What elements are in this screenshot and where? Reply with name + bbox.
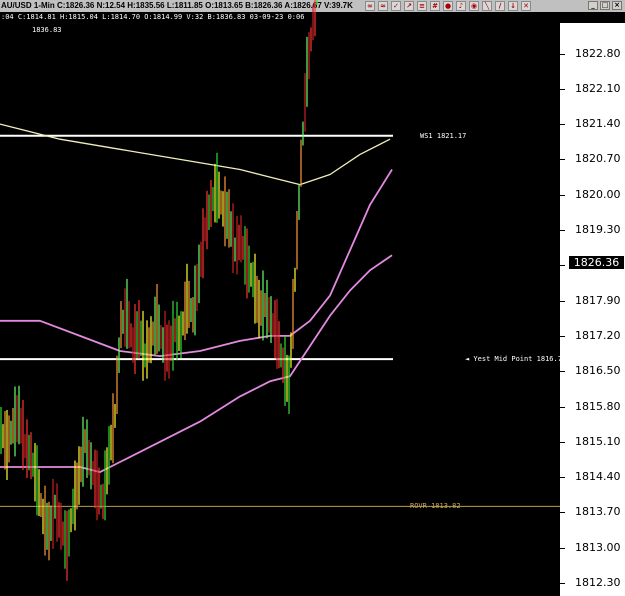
pink-ma-1-line (0, 169, 393, 357)
y-tick-label: 1819.30 (575, 223, 621, 236)
y-tick (560, 371, 565, 373)
price-chart[interactable] (0, 0, 560, 596)
y-tick (560, 230, 565, 231)
y-tick-label: 1815.80 (575, 399, 621, 413)
y-tick-label: 1817.90 (575, 293, 621, 307)
y-tick-label: 1823.50 (575, 11, 621, 25)
y-tick-label: 1813.70 (575, 505, 621, 519)
y-tick (560, 18, 565, 20)
y-tick-label: 1820.00 (575, 187, 621, 201)
y-tick-label: 1821.40 (575, 117, 621, 131)
y-tick-label: 1822.80 (575, 46, 621, 60)
level-label: WS1 1821.17 (420, 131, 467, 140)
y-tick-label: 1813.00 (575, 540, 621, 554)
y-tick (560, 88, 565, 90)
y-tick (560, 194, 565, 196)
y-tick-label: 1815.10 (575, 434, 621, 448)
level-label: ROVR 1813.82 (410, 502, 461, 511)
y-tick-label: 1812.30 (575, 576, 621, 589)
y-tick (560, 547, 565, 549)
y-tick (560, 477, 565, 479)
close-button[interactable]: × (612, 1, 622, 10)
y-tick (560, 53, 565, 55)
cream-ma-line (0, 123, 391, 186)
y-tick (560, 300, 565, 302)
current-price-box: 1826.36 (568, 255, 625, 270)
y-tick-label: 1820.70 (575, 152, 621, 166)
y-tick (560, 335, 565, 337)
y-tick (560, 512, 565, 514)
minimize-button[interactable]: _ (588, 1, 598, 10)
maximize-button[interactable]: □ (600, 1, 610, 10)
y-tick-label: 1817.20 (575, 328, 621, 342)
y-tick-label: 1816.50 (575, 364, 621, 378)
y-tick (560, 124, 565, 126)
level-label: ◄ Yest Mid Point 1816.74 (465, 355, 567, 364)
y-tick (560, 583, 565, 584)
y-tick-label: 1814.40 (575, 470, 621, 484)
y-tick (560, 159, 565, 161)
y-tick (560, 441, 565, 443)
y-tick-label: 1822.10 (575, 81, 621, 95)
y-tick (560, 406, 565, 408)
price-axis[interactable]: 1836.101835.401834.701834.001833.301832.… (560, 11, 625, 596)
